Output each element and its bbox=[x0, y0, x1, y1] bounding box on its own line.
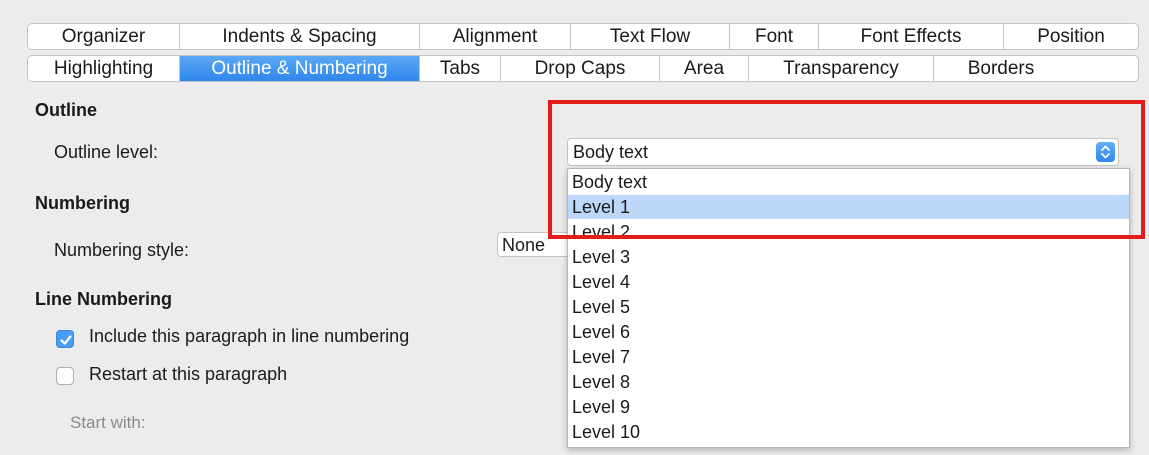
tab-transparency[interactable]: Transparency bbox=[749, 56, 934, 81]
tab-row-2: Highlighting Outline & Numbering Tabs Dr… bbox=[27, 55, 1139, 82]
option-level-8[interactable]: Level 8 bbox=[568, 370, 1129, 394]
outline-level-value: Body text bbox=[573, 142, 649, 162]
outline-heading: Outline bbox=[35, 100, 97, 120]
tab-font-effects[interactable]: Font Effects bbox=[819, 24, 1004, 49]
tab-indents-spacing[interactable]: Indents & Spacing bbox=[180, 24, 420, 49]
option-level-2[interactable]: Level 2 bbox=[568, 220, 1129, 244]
line-numbering-heading: Line Numbering bbox=[35, 289, 173, 309]
outline-level-combobox[interactable]: Body text bbox=[567, 138, 1119, 166]
tab-outline-numbering[interactable]: Outline & Numbering bbox=[180, 56, 420, 81]
checkmark-icon bbox=[60, 335, 72, 345]
tab-row-1: Organizer Indents & Spacing Alignment Te… bbox=[27, 23, 1139, 50]
tab-area[interactable]: Area bbox=[660, 56, 749, 81]
tab-tabs[interactable]: Tabs bbox=[420, 56, 501, 81]
include-line-numbering-checkbox[interactable] bbox=[56, 330, 74, 348]
option-body-text[interactable]: Body text bbox=[568, 170, 1129, 194]
outline-level-label: Outline level: bbox=[54, 142, 159, 162]
outline-level-dropdown-list: Body text Level 1 Level 2 Level 3 Level … bbox=[567, 168, 1130, 448]
restart-paragraph-label[interactable]: Restart at this paragraph bbox=[89, 364, 287, 385]
include-line-numbering-label[interactable]: Include this paragraph in line numbering bbox=[89, 326, 409, 347]
numbering-heading: Numbering bbox=[35, 193, 131, 213]
numbering-style-select[interactable]: None bbox=[497, 232, 577, 257]
tab-highlighting[interactable]: Highlighting bbox=[28, 56, 180, 81]
tab-text-flow[interactable]: Text Flow bbox=[571, 24, 730, 49]
numbering-style-label: Numbering style: bbox=[54, 240, 190, 260]
tab-alignment[interactable]: Alignment bbox=[420, 24, 571, 49]
option-level-1[interactable]: Level 1 bbox=[568, 195, 1129, 219]
option-level-4[interactable]: Level 4 bbox=[568, 270, 1129, 294]
option-level-9[interactable]: Level 9 bbox=[568, 395, 1129, 419]
option-level-6[interactable]: Level 6 bbox=[568, 320, 1129, 344]
tab-position[interactable]: Position bbox=[1004, 24, 1138, 49]
tab-drop-caps[interactable]: Drop Caps bbox=[501, 56, 660, 81]
tab-organizer[interactable]: Organizer bbox=[28, 24, 180, 49]
option-level-5[interactable]: Level 5 bbox=[568, 295, 1129, 319]
restart-paragraph-checkbox[interactable] bbox=[56, 367, 74, 385]
dropdown-arrows-icon[interactable] bbox=[1096, 142, 1115, 162]
tab-borders[interactable]: Borders bbox=[934, 56, 1068, 81]
option-level-10[interactable]: Level 10 bbox=[568, 420, 1129, 444]
tab-font[interactable]: Font bbox=[730, 24, 819, 49]
option-level-3[interactable]: Level 3 bbox=[568, 245, 1129, 269]
start-with-label: Start with: bbox=[70, 413, 146, 432]
option-level-7[interactable]: Level 7 bbox=[568, 345, 1129, 369]
